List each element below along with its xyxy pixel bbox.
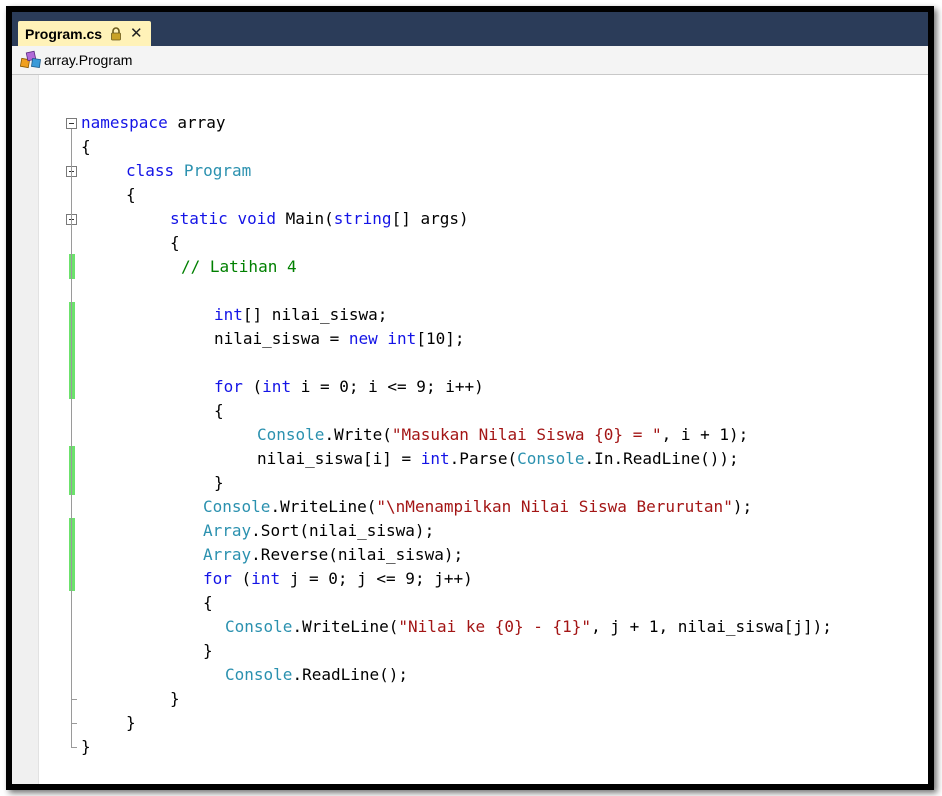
class-selector[interactable]: array.Program xyxy=(44,52,132,68)
code-line: nilai_siswa = new int[10]; xyxy=(214,329,465,348)
code-line: // Latihan 4 xyxy=(181,257,297,276)
code-line: static void Main(string[] args) xyxy=(170,209,469,228)
editor-margin xyxy=(12,75,39,784)
outline-guide xyxy=(71,723,77,724)
class-icon[interactable] xyxy=(20,50,42,70)
tab-label: Program.cs xyxy=(25,25,103,42)
code-line: { xyxy=(203,593,213,612)
change-marker xyxy=(69,302,75,399)
code-line: for (int j = 0; j <= 9; j++) xyxy=(203,569,473,588)
code-line: } xyxy=(81,737,91,756)
code-area[interactable]: namespace array { class Program { static… xyxy=(39,75,928,784)
outline-guide xyxy=(71,699,77,700)
document-tab-bar: Program.cs ✕ xyxy=(12,12,928,46)
code-line: Array.Reverse(nilai_siswa); xyxy=(203,545,464,564)
change-marker xyxy=(69,446,75,495)
lock-icon xyxy=(111,26,121,40)
code-line: namespace array xyxy=(81,113,226,132)
code-line: } xyxy=(170,689,180,708)
code-line: Console.ReadLine(); xyxy=(225,665,409,684)
code-line: Console.Write("Masukan Nilai Siswa {0} =… xyxy=(257,425,749,444)
code-line: Console.WriteLine("Nilai ke {0} - {1}", … xyxy=(225,617,832,636)
navigation-bar: array.Program xyxy=(12,46,928,75)
collapse-toggle[interactable] xyxy=(66,118,77,129)
code-line: for (int i = 0; i <= 9; i++) xyxy=(214,377,484,396)
code-line: } xyxy=(126,713,136,732)
code-line: Array.Sort(nilai_siswa); xyxy=(203,521,435,540)
outline-guide xyxy=(71,129,72,747)
code-line: { xyxy=(214,401,224,420)
code-line: class Program xyxy=(126,161,252,180)
code-editor-window: Program.cs ✕ array.Program namespace arr… xyxy=(6,6,934,790)
code-line: } xyxy=(214,473,224,492)
code-line: int[] nilai_siswa; xyxy=(214,305,388,324)
code-line: { xyxy=(126,185,136,204)
code-line: { xyxy=(170,233,180,252)
code-line: { xyxy=(81,137,91,156)
change-marker xyxy=(69,254,75,279)
code-line: Console.WriteLine("\nMenampilkan Nilai S… xyxy=(203,497,753,516)
tab-program-cs[interactable]: Program.cs ✕ xyxy=(18,21,151,46)
code-line: } xyxy=(203,641,213,660)
code-line: nilai_siswa[i] = int.Parse(Console.In.Re… xyxy=(257,449,739,468)
close-icon[interactable]: ✕ xyxy=(130,26,143,41)
outline-guide xyxy=(71,747,77,748)
change-marker xyxy=(69,518,75,591)
